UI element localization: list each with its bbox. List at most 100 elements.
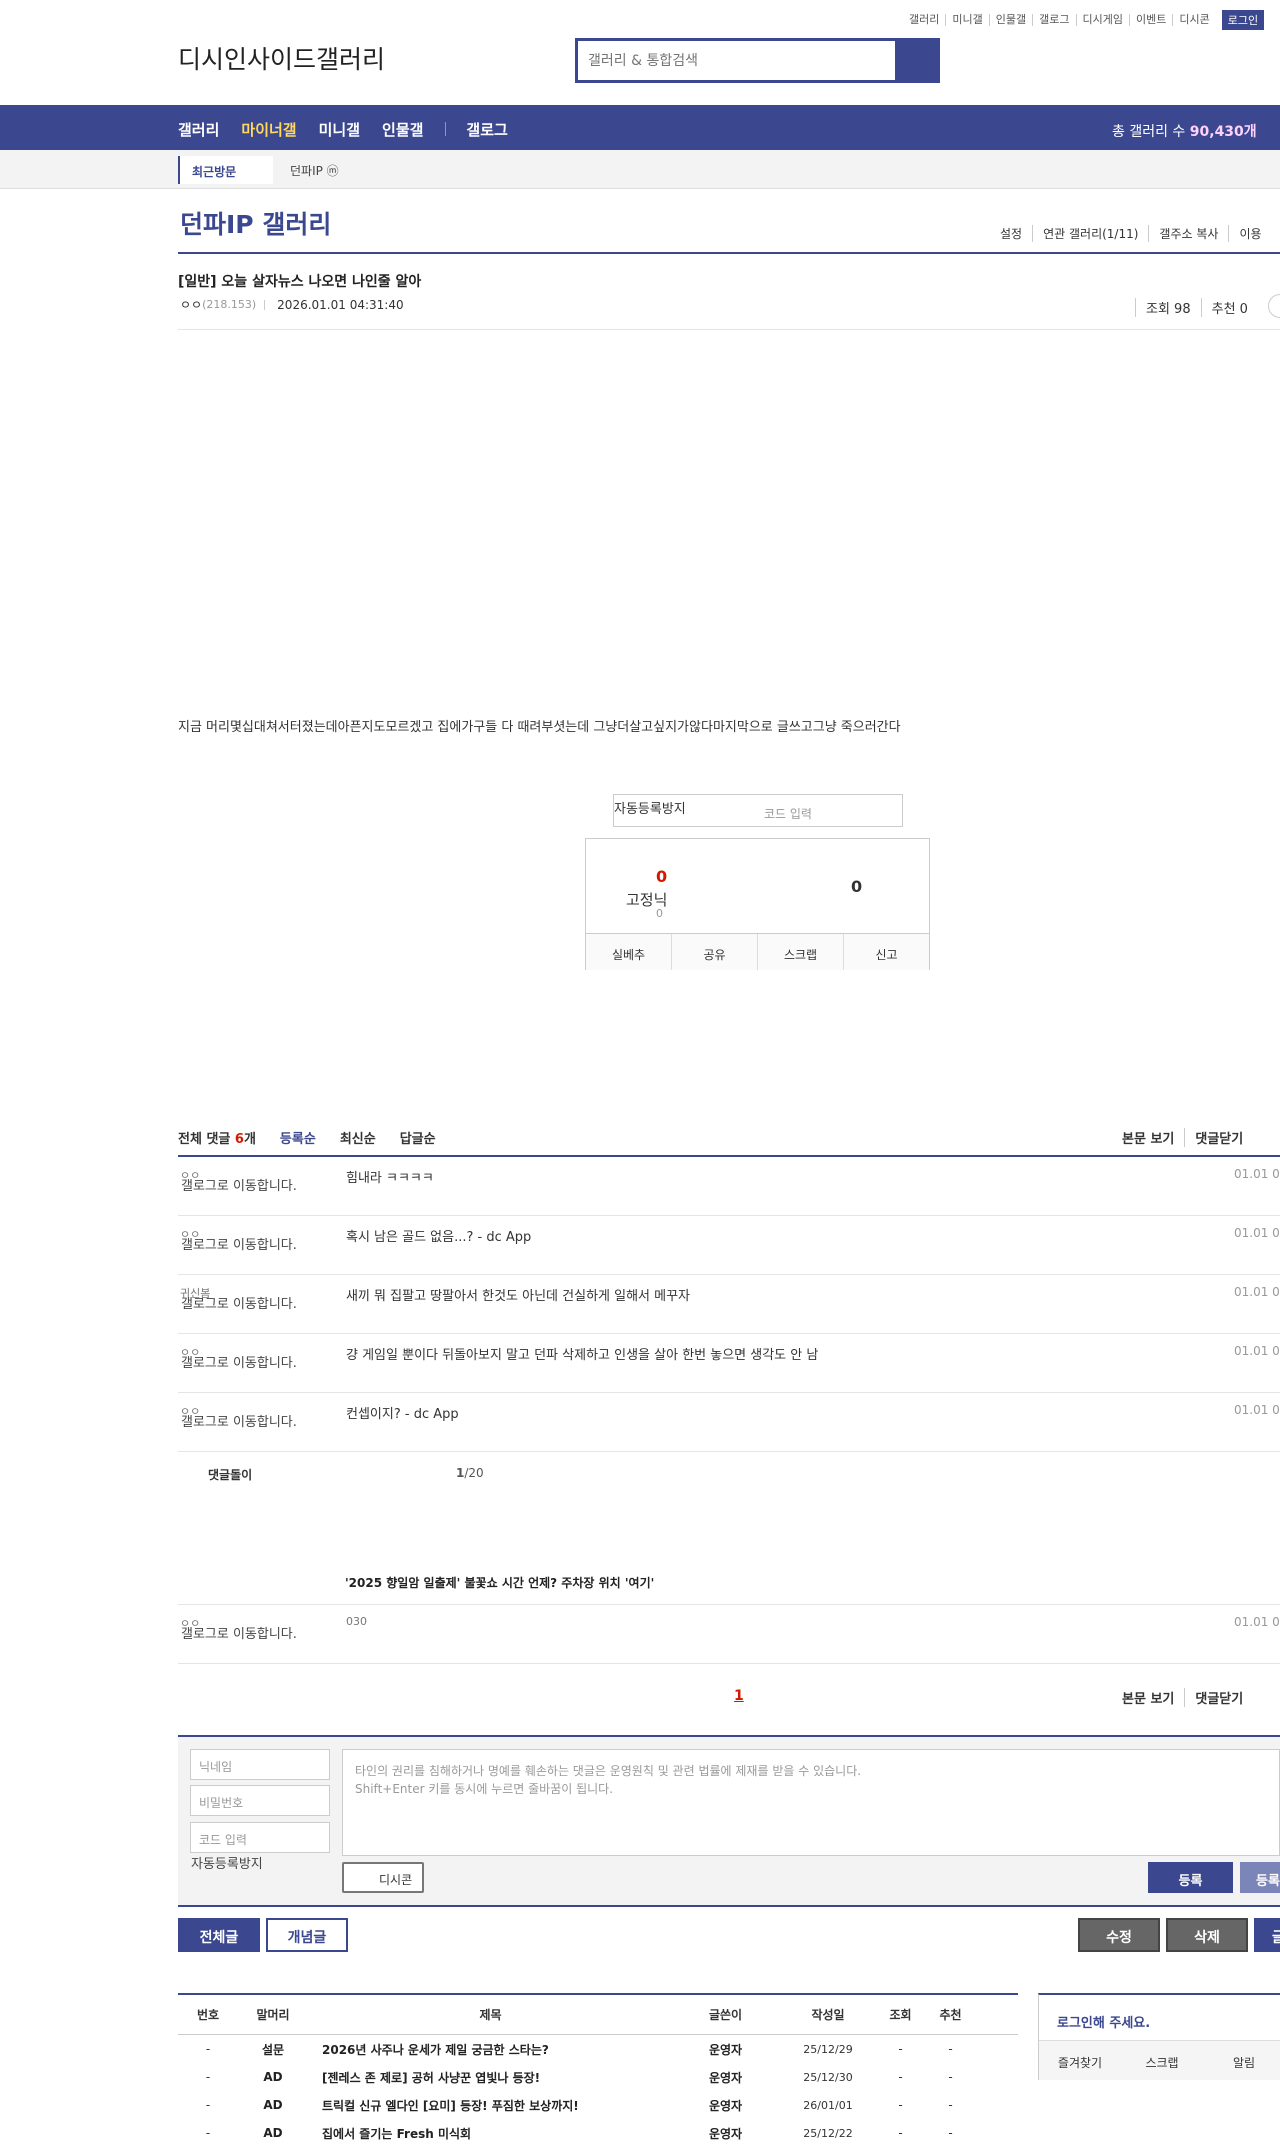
password-field[interactable]: 비밀번호: [190, 1785, 330, 1816]
nav-gallog[interactable]: 갤로그: [466, 119, 507, 140]
col-number: 번호: [196, 2008, 220, 2022]
concept-posts-button[interactable]: 개념글: [266, 1918, 348, 1952]
alarm-link[interactable]: 알림: [1203, 2041, 1280, 2080]
gallog-link-image[interactable]: 갤로그로 이동합니다.: [181, 1357, 316, 1370]
search-box: [575, 38, 940, 83]
list-item[interactable]: - AD 집에서 즐기는 Fresh 미식회 운영자 25/12/22- -: [178, 2119, 1018, 2147]
sort-replies[interactable]: 답글순: [400, 1128, 436, 1147]
sort-registered[interactable]: 등록순: [280, 1128, 316, 1147]
post-link[interactable]: 트릭컬 신규 엘다인 [요미] 등장! 푸짐한 보상까지!: [308, 2097, 673, 2114]
nav-person-gallery[interactable]: 인물갤: [382, 119, 423, 140]
recent-visit-item[interactable]: 던파IP ⓜ: [290, 162, 339, 179]
comment-text: 혹시 남은 골드 없음...? - dc App: [346, 1230, 532, 1245]
post-date: 2026.01.01 04:31:40: [277, 297, 404, 312]
captcha-box: 자동등록방지 코드 입력: [613, 794, 903, 827]
scrap-link[interactable]: 스크랩: [1121, 2041, 1203, 2080]
write-button[interactable]: 글: [1254, 1918, 1280, 1952]
register-secondary-button[interactable]: 등록: [1240, 1862, 1280, 1893]
share-button[interactable]: 공유: [671, 934, 757, 970]
comment-date: 01.01 04: [1234, 1344, 1280, 1358]
top-link-gallery[interactable]: 갤러리: [903, 14, 945, 26]
nav-divider: [445, 122, 447, 136]
report-button[interactable]: 신고: [843, 934, 929, 970]
login-button[interactable]: 로그인: [1221, 10, 1265, 30]
copy-address-link[interactable]: 갤주소 복사: [1148, 225, 1228, 242]
gallog-link-image[interactable]: 갤로그로 이동합니다.: [181, 1628, 316, 1641]
gallery-util: 설정 연관 갤러리(1/11) 갤주소 복사 이용: [1000, 225, 1272, 242]
usage-link[interactable]: 이용: [1228, 225, 1271, 242]
comment-text: 힘내라 ㅋㅋㅋㅋ: [346, 1171, 434, 1186]
nav-minor-gallery[interactable]: 마이너갤: [241, 119, 296, 140]
comment-page-1[interactable]: 1: [734, 1688, 744, 1704]
total-value: 90,430개: [1189, 124, 1257, 140]
comment-total: 전체 댓글 6개: [178, 1132, 256, 1147]
textarea-hint: Shift+Enter 키를 동시에 누르면 줄바꿈이 됩니다.: [355, 1782, 614, 1796]
gallog-link-image[interactable]: 갤로그로 이동합니다.: [181, 1416, 316, 1429]
main-nav: 갤러리 마이너갤 미니갤 인물갤 갤로그 총 갤러리 수 90,430개: [0, 105, 1280, 150]
captcha-input[interactable]: 코드 입력: [764, 805, 812, 822]
list-item[interactable]: - AD [젠레스 존 제로] 공허 사냥꾼 엽빛나 등장! 운영자 25/12/30-…: [178, 2063, 1018, 2091]
col-writer: 글쓴이: [708, 2008, 743, 2022]
comment-textarea[interactable]: 타인의 권리를 침해하거나 명예를 훼손하는 댓글은 운영원칙 및 관련 법률에…: [342, 1749, 1280, 1856]
dccon-button[interactable]: 디시콘: [342, 1862, 424, 1893]
nav-mini-gallery[interactable]: 미니갤: [319, 119, 360, 140]
settings-link[interactable]: 설정: [1000, 225, 1032, 242]
vote-actions: 실베추 공유 스크랩 신고: [586, 933, 929, 970]
post-title: [일반] 오늘 살자뉴스 나오면 나인줄 알아: [178, 274, 422, 290]
favorites-link[interactable]: 즐겨찾기: [1039, 2041, 1121, 2080]
gallog-link-image[interactable]: 갤로그로 이동합니다.: [181, 1239, 316, 1252]
col-head[interactable]: 말머리: [238, 2006, 308, 2023]
post-list: 번호 말머리 제목 글쓴이 작성일 조회 추천 - 설문 2026년 사주나 운세가…: [178, 1993, 1018, 2147]
search-input[interactable]: [578, 41, 895, 80]
login-prompt[interactable]: 로그인해 주세요.: [1057, 2012, 1150, 2031]
gallog-link-image[interactable]: 갤로그로 이동합니다.: [181, 1298, 316, 1311]
list-header: 번호 말머리 제목 글쓴이 작성일 조회 추천: [178, 1995, 1018, 2035]
sort-latest[interactable]: 최신순: [340, 1128, 376, 1147]
col-date: 작성일: [811, 2008, 845, 2022]
all-posts-button[interactable]: 전체글: [178, 1918, 260, 1952]
related-gallery-link[interactable]: 연관 갤러리(1/11): [1032, 225, 1148, 242]
top-links: 갤러리 미니갤 인물갤 갤로그 디시게임 이벤트 디시콘 로그인: [903, 10, 1265, 30]
view-post-link[interactable]: 본문 보기: [1122, 1688, 1184, 1707]
more-options-icon[interactable]: [1268, 294, 1280, 318]
edit-button[interactable]: 수정: [1078, 1918, 1160, 1952]
upvote-count[interactable]: 0: [656, 867, 667, 886]
scrap-button[interactable]: 스크랩: [757, 934, 843, 970]
gallog-link-image[interactable]: 갤로그로 이동합니다.: [181, 1180, 316, 1193]
post-meta: ㅇㅇ (218.153) 2026.01.01 04:31:40: [180, 296, 404, 313]
post-author[interactable]: ㅇㅇ: [180, 296, 202, 313]
news-link[interactable]: '2025 향일암 일출제' 불꽃쇼 시간 언제? 주차장 위치 '여기': [345, 1574, 654, 1591]
list-item[interactable]: - 설문 2026년 사주나 운세가 제일 궁금한 스타는? 운영자 25/12/29-…: [178, 2035, 1018, 2063]
top-link-game[interactable]: 디시게임: [1075, 14, 1129, 26]
textarea-notice: 타인의 권리를 침해하거나 명예를 훼손하는 댓글은 운영원칙 및 관련 법률에…: [355, 1764, 862, 1778]
top-link-mini[interactable]: 미니갤: [945, 14, 988, 26]
search-button[interactable]: [895, 41, 937, 80]
gallery-title[interactable]: 던파IP 갤러리: [180, 205, 331, 241]
post-link[interactable]: 2026년 사주나 운세가 제일 궁금한 스타는?: [308, 2041, 673, 2058]
view-post-link[interactable]: 본문 보기: [1122, 1128, 1184, 1147]
register-button[interactable]: 등록: [1148, 1862, 1233, 1893]
col-title: 제목: [479, 2008, 502, 2022]
site-logo[interactable]: 디시인사이드갤러리: [178, 40, 385, 76]
nav-gallery[interactable]: 갤러리: [178, 119, 219, 140]
comment-row: ㅇㅇ 갤로그로 이동합니다. 힘내라 ㅋㅋㅋㅋ 01.01 04: [178, 1157, 1280, 1216]
top-link-person[interactable]: 인물갤: [988, 14, 1032, 26]
nickname-field[interactable]: 닉네임: [190, 1749, 330, 1780]
post-link[interactable]: 집에서 즐기는 Fresh 미식회: [308, 2125, 673, 2142]
post-views: 조회 98: [1135, 298, 1201, 317]
comment-row: ㅇㅇ 갤로그로 이동합니다. 걍 게임일 뿐이다 뒤돌아보지 말고 던파 삭제하…: [178, 1334, 1280, 1393]
downvote-count[interactable]: 0: [851, 877, 862, 896]
best-recommend-button[interactable]: 실베추: [586, 934, 671, 970]
delete-button[interactable]: 삭제: [1166, 1918, 1248, 1952]
post-link[interactable]: [젠레스 존 제로] 공허 사냥꾼 엽빛나 등장!: [308, 2069, 673, 2086]
recent-visit-tab[interactable]: 최근방문: [178, 156, 273, 184]
top-link-gallog[interactable]: 갤로그: [1032, 14, 1075, 26]
top-link-event[interactable]: 이벤트: [1128, 14, 1172, 26]
close-comments-link[interactable]: 댓글닫기: [1184, 1688, 1253, 1707]
code-field[interactable]: 코드 입력: [190, 1822, 330, 1853]
fixed-nick-count: 0: [656, 907, 663, 920]
close-comments-link[interactable]: 댓글닫기: [1184, 1128, 1253, 1147]
comment-count: 6: [234, 1132, 244, 1147]
top-link-dccon[interactable]: 디시콘: [1172, 14, 1215, 26]
list-item[interactable]: - AD 트릭컬 신규 엘다인 [요미] 등장! 푸짐한 보상까지! 운영자 26/01…: [178, 2091, 1018, 2119]
